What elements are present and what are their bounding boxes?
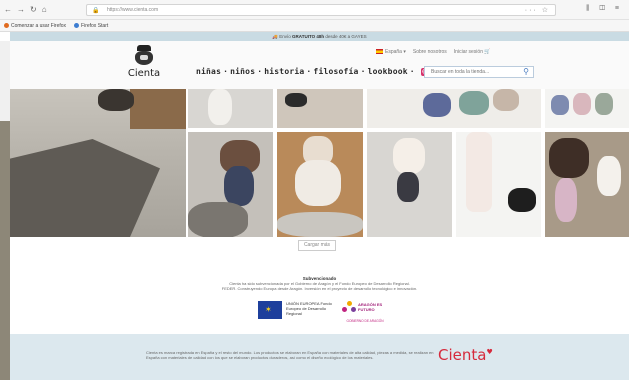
promo-highlight: GRATUITO 48h [292, 34, 325, 39]
photo-shoe-shape [459, 91, 489, 115]
utility-nav: España ▾ Sobre nosotros Iniciar sesión 🛒 [376, 49, 491, 55]
nav-item-ninos[interactable]: niños [230, 67, 255, 76]
cart-icon: 🛒 [484, 49, 491, 55]
home-icon[interactable]: ⌂ [42, 5, 47, 14]
firefox-icon [4, 23, 9, 28]
back-arrow-icon[interactable]: ← [4, 5, 12, 14]
footer-logo[interactable]: Cienta♥ [438, 346, 493, 364]
nav-separator: · [257, 67, 263, 76]
photo-shoe-shape [493, 89, 519, 111]
bookmark-item[interactable]: Comenzar a usar Firefox [4, 23, 66, 29]
browser-toolbar: ← → ↻ ⌂ 🔒 https://www.cienta.com ··· ☆ ⫼… [0, 0, 629, 20]
footer-text: Cienta es marca registrada en España y e… [146, 350, 434, 360]
language-label: España [385, 49, 402, 55]
bookmark-label: Comenzar a usar Firefox [11, 22, 67, 29]
photo-figure-shape [393, 138, 425, 174]
photo-figure-shape [549, 138, 589, 178]
lookbook-photo-main[interactable] [10, 89, 186, 237]
photo-shoe-shape [595, 93, 613, 115]
photo-shoe-shape [423, 93, 451, 117]
lock-icon: 🔒 [92, 8, 100, 14]
nav-item-lookbook[interactable]: lookbook [368, 67, 408, 76]
lookbook-photo[interactable] [545, 132, 629, 237]
photo-shadow-shape [188, 202, 248, 237]
side-strip [0, 41, 10, 380]
account-link[interactable]: Sobre nosotros [413, 49, 447, 55]
photo-toy-shape [597, 156, 621, 196]
lookbook-photo[interactable] [277, 132, 363, 237]
logo-text: Cienta [127, 68, 161, 79]
photo-figure-shape [295, 160, 341, 206]
aragon-logo-icon [342, 301, 356, 313]
side-photo-edge [0, 121, 10, 380]
photo-figure-shape [466, 132, 492, 212]
photo-shadow-shape [10, 139, 160, 237]
main-nav: niñas · niños · historia · filosofía · lookb… [196, 67, 441, 76]
spain-flag-icon [376, 49, 383, 55]
nav-separator: · [306, 67, 312, 76]
photo-figure-shape [397, 172, 419, 202]
aragon-sublabel: GOBIERNO DE ARAGÓN [346, 319, 384, 323]
browser-nav: ← → ↻ ⌂ [4, 5, 47, 14]
photo-bench-shape [130, 89, 186, 129]
login-label: Iniciar sesión [453, 49, 483, 55]
lookbook-photo[interactable] [545, 89, 629, 128]
footer: Cienta es marca registrada en España y e… [10, 334, 629, 380]
logo-face-icon [135, 51, 153, 65]
address-bar[interactable]: 🔒 https://www.cienta.com ··· ☆ [86, 4, 556, 16]
photo-floor-shape [277, 212, 363, 237]
search-box: ⚲ [424, 66, 534, 78]
photo-figure-shape [98, 89, 134, 111]
aragon-label: ARAGÓN ES FUTURO [358, 302, 383, 312]
lookbook-photo[interactable] [367, 132, 452, 237]
nav-separator: · [409, 67, 415, 76]
truck-icon: 🚚 [272, 34, 278, 39]
nav-item-filosofia[interactable]: filosofía [313, 67, 358, 76]
site-logo[interactable]: Cienta [126, 45, 162, 85]
search-icon[interactable]: ⚲ [523, 67, 529, 76]
eu-text-line: FEDER. Construyendo Europa desde Aragón.… [221, 286, 418, 291]
eu-flag-icon: ✶ [258, 301, 282, 319]
promo-suffix: desde 40€ a GAYES [325, 34, 367, 39]
photo-figure-shape [555, 178, 577, 222]
lookbook-photo[interactable] [367, 89, 541, 128]
page-actions[interactable]: ··· ☆ [525, 6, 550, 14]
photo-shoe-shape [508, 188, 536, 212]
eu-description: Cienta ha sido subvencionada por el Gobi… [10, 281, 629, 291]
url-text[interactable]: https://www.cienta.com [107, 7, 158, 13]
eu-funding-block: Subvencionado Cienta ha sido subvenciona… [10, 270, 629, 332]
heart-icon: ♥ [486, 348, 493, 356]
language-selector[interactable]: España ▾ [376, 49, 406, 55]
lookbook-photo[interactable] [277, 89, 363, 128]
reload-icon[interactable]: ↻ [30, 5, 37, 14]
lookbook-photo[interactable] [188, 89, 273, 128]
nav-separator: · [223, 67, 229, 76]
nav-item-ninas[interactable]: niñas [196, 67, 221, 76]
promo-prefix: Envío [279, 34, 291, 39]
nav-item-historia[interactable]: historia [264, 67, 304, 76]
eu-label: UNIÓN EUROPEA Fondo Europeo de Desarroll… [286, 301, 332, 316]
photo-shoe-shape [551, 95, 569, 115]
footer-logo-text: Cienta [438, 346, 487, 364]
site-header: Cienta España ▾ Sobre nosotros Iniciar s… [10, 41, 629, 89]
photo-figure-shape [224, 166, 254, 206]
bookmark-item[interactable]: Firefox Start [74, 23, 108, 29]
photo-figure-shape [208, 89, 232, 125]
promo-bar: 🚚 Envío GRATUITO 48h desde 40€ a GAYES [10, 32, 629, 41]
load-more-button[interactable]: Cargar más [298, 240, 336, 251]
photo-shoe-shape [573, 93, 591, 115]
forward-arrow-icon[interactable]: → [17, 5, 25, 14]
bookmarks-bar: Comenzar a usar Firefox Firefox Start [0, 20, 629, 32]
nav-separator: · [360, 67, 366, 76]
browser-extras[interactable]: ⫼ ◫ ≡ [586, 5, 623, 13]
globe-icon [74, 23, 80, 28]
lookbook-photo[interactable] [456, 132, 541, 237]
search-input[interactable] [425, 67, 517, 77]
lookbook-photo[interactable] [188, 132, 273, 237]
bookmark-label: Firefox Start [81, 22, 109, 29]
login-link[interactable]: Iniciar sesión 🛒 [454, 49, 491, 55]
photo-figure-shape [285, 93, 307, 107]
